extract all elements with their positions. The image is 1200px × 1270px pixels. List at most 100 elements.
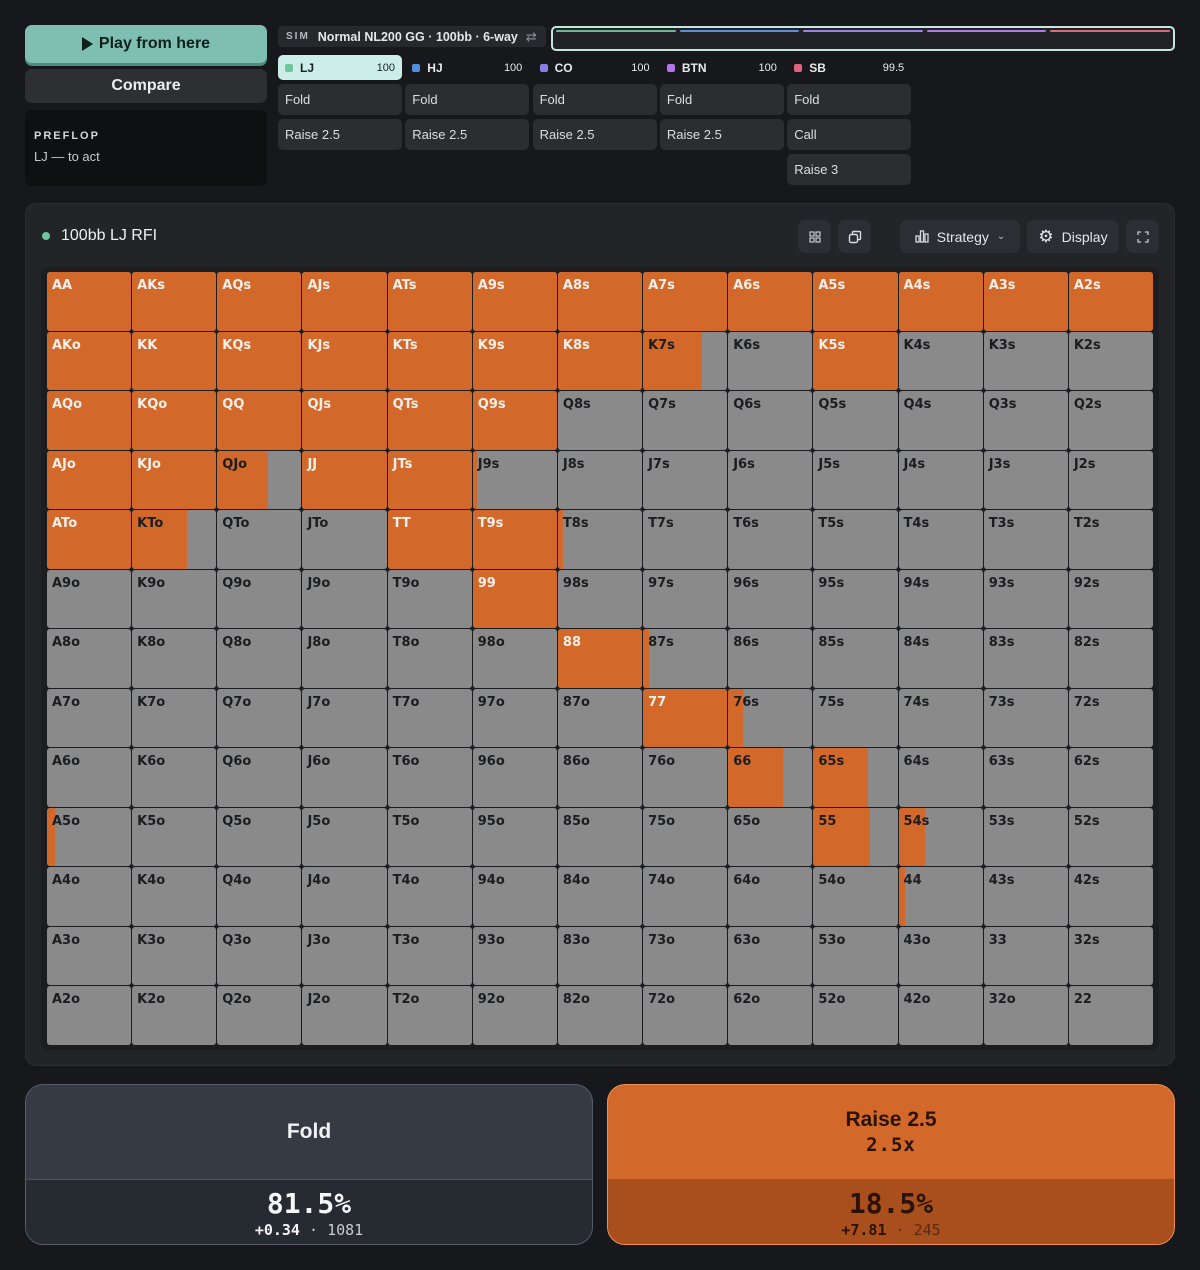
hand-cell[interactable]: J6o [302, 748, 387, 807]
hand-cell[interactable]: T2s [1068, 510, 1153, 569]
player-header-co[interactable]: CO 100 [533, 55, 657, 80]
hand-cell[interactable]: 87s [643, 629, 728, 688]
hand-cell[interactable]: T4o [387, 867, 472, 926]
hand-cell[interactable]: J8o [302, 629, 387, 688]
hand-cell[interactable]: T8s [557, 510, 643, 569]
hand-cell[interactable]: ATs [387, 272, 472, 331]
hand-cell[interactable]: J6s [728, 450, 813, 510]
hand-cell[interactable]: KJo [132, 450, 217, 510]
hand-cell[interactable]: T6s [728, 510, 813, 569]
hand-cell[interactable]: K5s [813, 331, 898, 391]
hand-cell[interactable]: 73s [983, 688, 1068, 748]
hand-cell[interactable]: J3o [302, 926, 387, 986]
hand-cell[interactable]: KJs [302, 331, 387, 391]
hand-cell[interactable]: QTs [387, 391, 472, 450]
hand-cell[interactable]: 42o [898, 986, 983, 1045]
hand-cell[interactable]: J9s [472, 450, 557, 510]
hand-cell[interactable]: AKs [132, 272, 217, 331]
hand-cell[interactable]: 74s [898, 688, 983, 748]
hand-cell[interactable]: Q9o [217, 569, 302, 629]
hand-cell[interactable]: 92s [1068, 569, 1153, 629]
hand-cell[interactable]: 93s [983, 569, 1068, 629]
hand-cell[interactable]: KTs [387, 331, 472, 391]
action-button-lj-0[interactable]: Fold [278, 84, 402, 115]
hand-cell[interactable]: K8o [132, 629, 217, 688]
hand-cell[interactable]: Q3o [217, 926, 302, 986]
hand-cell[interactable]: ATo [47, 510, 132, 569]
hand-cell[interactable]: 85o [557, 807, 643, 867]
hand-cell[interactable]: QJs [302, 391, 387, 450]
display-button[interactable]: ⚙ Display [1027, 220, 1119, 253]
hand-cell[interactable]: 53o [813, 926, 898, 986]
hand-cell[interactable]: K8s [557, 331, 643, 391]
hand-cell[interactable]: T9s [472, 510, 557, 569]
hand-cell[interactable]: K2o [132, 986, 217, 1045]
hand-cell[interactable]: 83s [983, 629, 1068, 688]
hand-cell[interactable]: 75o [643, 807, 728, 867]
hand-cell[interactable]: K5o [132, 807, 217, 867]
hand-cell[interactable]: Q6o [217, 748, 302, 807]
hand-cell[interactable]: K4o [132, 867, 217, 926]
hand-cell[interactable]: A9o [47, 569, 132, 629]
action-button-lj-1[interactable]: Raise 2.5 [278, 119, 402, 150]
hand-cell[interactable]: K3o [132, 926, 217, 986]
hand-cell[interactable]: Q2o [217, 986, 302, 1045]
hand-cell[interactable]: K3s [983, 331, 1068, 391]
hand-cell[interactable]: AKo [47, 331, 132, 391]
player-header-hj[interactable]: HJ 100 [405, 55, 529, 80]
hand-cell[interactable]: Q6s [728, 391, 813, 450]
hand-cell[interactable]: 86o [557, 748, 643, 807]
hand-cell[interactable]: T4s [898, 510, 983, 569]
hand-cell[interactable]: K6o [132, 748, 217, 807]
hand-cell[interactable]: QTo [217, 510, 302, 569]
hand-cell[interactable]: 94o [472, 867, 557, 926]
hand-cell[interactable]: J2o [302, 986, 387, 1045]
action-button-hj-0[interactable]: Fold [405, 84, 530, 115]
play-from-here-button[interactable]: Play from here [25, 25, 267, 63]
hand-cell[interactable]: 43s [983, 867, 1068, 926]
hand-cell[interactable]: 95o [472, 807, 557, 867]
hand-cell[interactable]: 87o [557, 688, 643, 748]
hand-cell[interactable]: 52o [813, 986, 898, 1045]
hand-cell[interactable]: 65s [813, 748, 898, 807]
hand-cell[interactable]: Q4s [898, 391, 983, 450]
swap-icon[interactable]: ⇄ [526, 29, 537, 45]
compare-button[interactable]: Compare [25, 69, 267, 103]
hand-cell[interactable]: K7s [643, 331, 728, 391]
hand-cell[interactable]: AQs [217, 272, 302, 331]
hand-cell[interactable]: 85s [813, 629, 898, 688]
hand-cell[interactable]: T7s [643, 510, 728, 569]
hand-cell[interactable]: J3s [983, 450, 1068, 510]
action-button-hj-1[interactable]: Raise 2.5 [405, 119, 530, 150]
hand-cell[interactable]: T9o [387, 569, 472, 629]
hand-cell[interactable]: 33 [983, 926, 1068, 986]
hand-cell[interactable]: AQo [47, 391, 132, 450]
hand-cell[interactable]: 52s [1068, 807, 1153, 867]
hand-cell[interactable]: K9o [132, 569, 217, 629]
hand-cell[interactable]: 98s [557, 569, 643, 629]
hand-cell[interactable]: T5o [387, 807, 472, 867]
hand-cell[interactable]: 72o [643, 986, 728, 1045]
hand-cell[interactable]: KQs [217, 331, 302, 391]
hand-cell[interactable]: 32o [983, 986, 1068, 1045]
action-button-sb-1[interactable]: Call [787, 119, 912, 150]
player-header-btn[interactable]: BTN 100 [660, 55, 784, 80]
hand-cell[interactable]: K9s [472, 331, 557, 391]
hand-cell[interactable]: AJs [302, 272, 387, 331]
hand-cell[interactable]: 72s [1068, 688, 1153, 748]
hand-cell[interactable]: A3o [47, 926, 132, 986]
hand-cell[interactable]: Q5o [217, 807, 302, 867]
hand-cell[interactable]: T2o [387, 986, 472, 1045]
hand-cell[interactable]: 97o [472, 688, 557, 748]
hand-cell[interactable]: A9s [472, 272, 557, 331]
hand-cell[interactable]: 86s [728, 629, 813, 688]
hand-cell[interactable]: JTo [302, 510, 387, 569]
hand-cell[interactable]: T3s [983, 510, 1068, 569]
hand-cell[interactable]: J7o [302, 688, 387, 748]
hand-cell[interactable]: TT [387, 510, 472, 569]
hand-cell[interactable]: Q2s [1068, 391, 1153, 450]
hand-cell[interactable]: A8o [47, 629, 132, 688]
hand-cell[interactable]: Q4o [217, 867, 302, 926]
hand-cell[interactable]: 74o [643, 867, 728, 926]
hand-cell[interactable]: 84o [557, 867, 643, 926]
